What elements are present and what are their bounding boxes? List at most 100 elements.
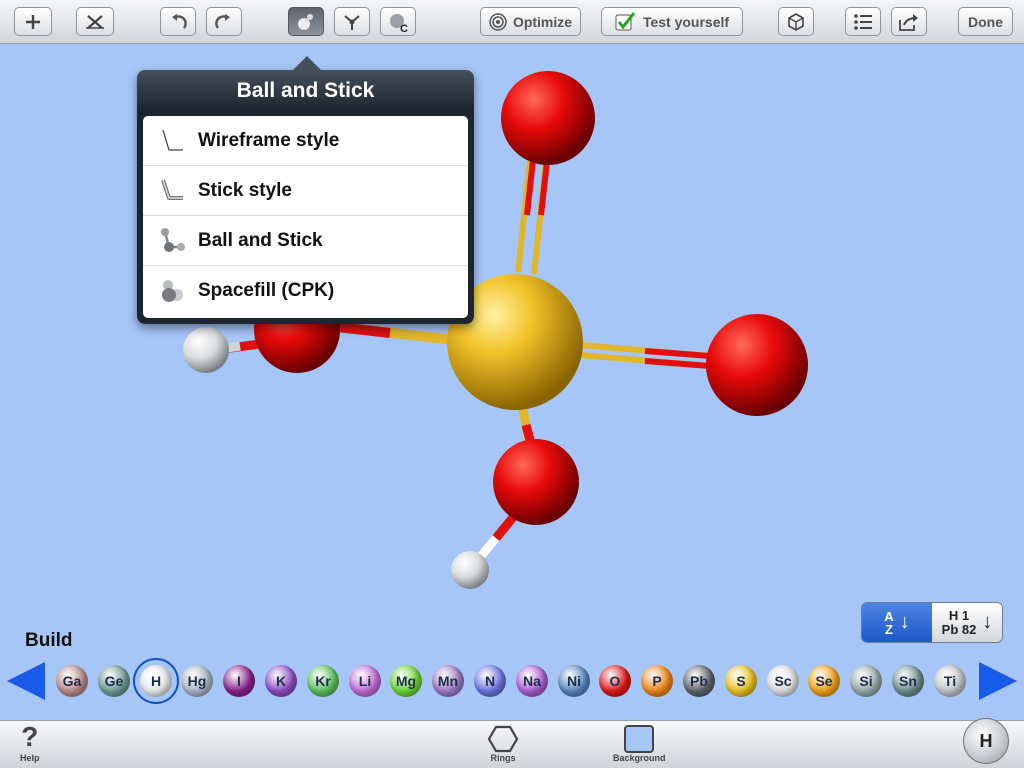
wireframe-style-label: Wireframe style bbox=[198, 129, 340, 151]
element-se-button[interactable]: Se bbox=[808, 665, 840, 697]
sort-alphabetical-segment[interactable]: AZ ↓ bbox=[862, 603, 932, 642]
optimize-button[interactable]: Optimize bbox=[480, 7, 581, 36]
wireframe-style-option[interactable]: Wireframe style bbox=[143, 116, 468, 166]
ball-stick-icon bbox=[161, 227, 185, 252]
element-hg-button[interactable]: Hg bbox=[181, 665, 213, 697]
done-button[interactable]: Done bbox=[958, 7, 1013, 36]
scroll-right-arrow-icon[interactable] bbox=[977, 662, 1019, 700]
element-symbol: P bbox=[652, 673, 662, 689]
stick-style-label: Stick style bbox=[198, 179, 292, 201]
background-color-icon bbox=[624, 725, 655, 753]
bond-tool-icon bbox=[344, 14, 360, 30]
undo-button[interactable] bbox=[160, 7, 196, 36]
sort-num-bottom: Pb 82 bbox=[941, 621, 977, 637]
element-symbol: Ga bbox=[62, 673, 82, 689]
element-mg-button[interactable]: Mg bbox=[390, 665, 422, 697]
target-icon bbox=[489, 12, 507, 31]
redo-icon bbox=[215, 13, 230, 29]
element-ni-button[interactable]: Ni bbox=[558, 665, 590, 697]
spacefill-option[interactable]: Spacefill (CPK) bbox=[143, 266, 468, 316]
element-li-button[interactable]: Li bbox=[349, 665, 381, 697]
spacefill-icon bbox=[162, 280, 183, 302]
top-toolbar: C Optimize Test yourself Done bbox=[0, 0, 1024, 44]
element-s-button[interactable]: S bbox=[725, 665, 757, 697]
build-label: Build bbox=[25, 630, 73, 651]
sort-down-arrow-icon: ↓ bbox=[899, 611, 910, 633]
sort-num-top: H 1 bbox=[948, 607, 970, 623]
bond-tool-button[interactable] bbox=[334, 7, 370, 36]
element-si-button[interactable]: Si bbox=[850, 665, 882, 697]
add-button[interactable] bbox=[14, 7, 52, 36]
delete-button[interactable] bbox=[76, 7, 114, 36]
ball-and-stick-option[interactable]: Ball and Stick bbox=[143, 216, 468, 266]
scroll-left-arrow-icon[interactable] bbox=[5, 662, 47, 700]
element-symbol: Sc bbox=[774, 673, 792, 689]
stick-style-option[interactable]: Stick style bbox=[143, 166, 468, 216]
element-symbol: Li bbox=[358, 673, 372, 689]
current-element-button[interactable]: H bbox=[963, 718, 1009, 764]
element-k-button[interactable]: K bbox=[265, 665, 297, 697]
oxygen-atom bbox=[501, 71, 595, 165]
sort-atomic-number-segment[interactable]: H 1 Pb 82 ↓ bbox=[932, 603, 1002, 642]
element-symbol: Kr bbox=[315, 673, 331, 689]
element-symbol: K bbox=[275, 673, 287, 689]
element-sc-button[interactable]: Sc bbox=[767, 665, 799, 697]
element-p-button[interactable]: P bbox=[641, 665, 673, 697]
redo-button[interactable] bbox=[206, 7, 242, 36]
help-label: Help bbox=[20, 753, 40, 763]
element-sn-button[interactable]: Sn bbox=[892, 665, 924, 697]
atom-c-icon: C bbox=[390, 13, 408, 33]
element-ga-button[interactable]: Ga bbox=[56, 665, 88, 697]
element-symbol: Hg bbox=[187, 673, 207, 689]
test-yourself-button[interactable]: Test yourself bbox=[601, 7, 743, 36]
share-icon bbox=[899, 13, 918, 31]
display-style-button[interactable] bbox=[288, 7, 324, 36]
element-symbol: Ni bbox=[567, 673, 581, 689]
optimize-label: Optimize bbox=[512, 13, 573, 30]
current-element-symbol: H bbox=[979, 730, 993, 751]
3d-view-button[interactable] bbox=[778, 7, 814, 36]
element-symbol: Mn bbox=[437, 673, 459, 689]
style-options-list: Wireframe style Stick style Ball and Sti… bbox=[143, 116, 468, 318]
element-pb-button[interactable]: Pb bbox=[683, 665, 715, 697]
element-symbol: Na bbox=[523, 673, 541, 689]
undo-icon bbox=[172, 13, 187, 29]
svg-text:C: C bbox=[400, 23, 408, 33]
element-symbol: Pb bbox=[690, 673, 708, 689]
element-ge-button[interactable]: Ge bbox=[98, 665, 130, 697]
rings-button[interactable]: Rings bbox=[487, 725, 519, 763]
element-symbol: Si bbox=[859, 673, 873, 689]
element-h-button[interactable]: H bbox=[133, 658, 179, 704]
help-button[interactable]: ? Help bbox=[20, 721, 40, 763]
share-button[interactable] bbox=[891, 7, 927, 36]
element-i-button[interactable]: I bbox=[223, 665, 255, 697]
element-ti-button[interactable]: Ti bbox=[934, 665, 966, 697]
wireframe-icon bbox=[162, 129, 183, 151]
list-button[interactable] bbox=[845, 7, 881, 36]
ball-and-stick-label: Ball and Stick bbox=[198, 229, 323, 251]
atom-tool-button[interactable]: C bbox=[380, 7, 416, 36]
question-mark-icon: ? bbox=[21, 721, 39, 752]
element-na-button[interactable]: Na bbox=[516, 665, 548, 697]
element-symbol: S bbox=[736, 673, 746, 689]
bottom-toolbar: ? Help Rings Background bbox=[0, 720, 1024, 768]
background-label: Background bbox=[613, 753, 666, 763]
element-mn-button[interactable]: Mn bbox=[432, 665, 464, 697]
done-label: Done bbox=[968, 13, 1003, 30]
element-n-button[interactable]: N bbox=[474, 665, 506, 697]
oxygen-atom bbox=[706, 314, 808, 416]
sort-down-arrow-icon: ↓ bbox=[982, 611, 993, 633]
element-symbol: O bbox=[609, 673, 621, 689]
element-symbol: Ti bbox=[943, 673, 957, 689]
element-o-button[interactable]: O bbox=[599, 665, 631, 697]
stick-icon bbox=[161, 178, 183, 200]
element-symbol: H bbox=[150, 673, 162, 689]
popover-title: Ball and Stick bbox=[236, 79, 375, 102]
hexagon-icon bbox=[487, 725, 519, 753]
sort-alpha-top: A bbox=[884, 608, 894, 624]
background-button[interactable]: Background bbox=[613, 725, 666, 763]
element-kr-button[interactable]: Kr bbox=[307, 665, 339, 697]
plus-icon bbox=[26, 14, 40, 29]
element-symbol: Sn bbox=[899, 673, 917, 689]
list-icon bbox=[854, 13, 872, 30]
